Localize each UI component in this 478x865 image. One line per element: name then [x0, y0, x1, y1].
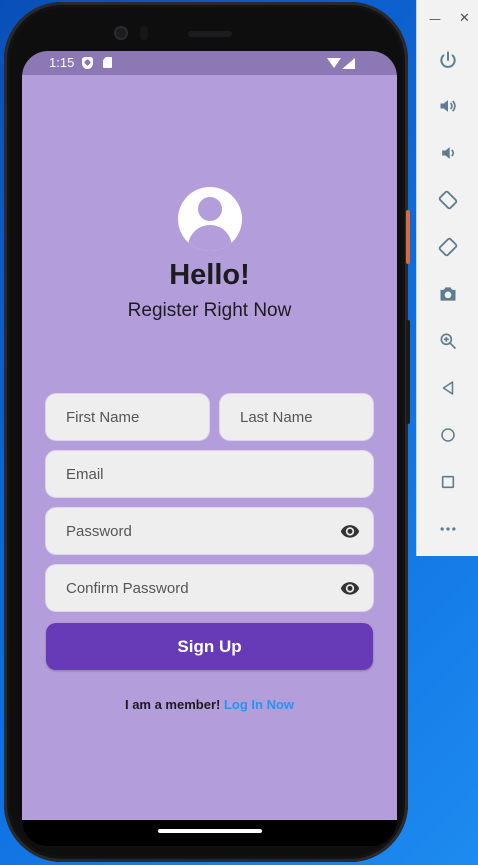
phone-frame: 1:15 Hello! Register Right Now First Nam…	[4, 2, 408, 862]
last-name-placeholder: Last Name	[240, 408, 313, 426]
power-button	[406, 320, 410, 424]
rotate-right-icon[interactable]	[417, 227, 478, 267]
avatar-icon	[178, 187, 242, 251]
eye-icon[interactable]	[339, 578, 361, 598]
member-text: I am a member!	[124, 697, 221, 712]
status-bar: 1:15	[22, 51, 397, 75]
more-icon[interactable]	[417, 509, 478, 549]
login-prompt: I am a member! Log In Now	[22, 697, 397, 712]
gesture-navigation-bar	[22, 820, 397, 846]
sign-up-button[interactable]: Sign Up	[46, 623, 373, 670]
minimize-icon[interactable]: —	[429, 12, 441, 26]
home-icon[interactable]	[417, 415, 478, 455]
zoom-icon[interactable]	[417, 321, 478, 361]
volume-down-icon[interactable]	[417, 133, 478, 173]
email-field[interactable]: Email	[46, 451, 373, 497]
play-protect-icon	[82, 57, 93, 69]
overview-icon[interactable]	[417, 462, 478, 502]
first-name-field[interactable]: First Name	[46, 394, 209, 440]
home-gesture-handle[interactable]	[158, 829, 262, 833]
back-icon[interactable]	[417, 368, 478, 408]
register-screen: Hello! Register Right Now First Name Las…	[22, 75, 397, 820]
confirm-password-placeholder: Confirm Password	[66, 579, 189, 597]
first-name-placeholder: First Name	[66, 408, 140, 426]
earpiece-speaker	[188, 31, 232, 37]
front-camera	[114, 26, 128, 40]
email-placeholder: Email	[66, 465, 104, 483]
volume-up-icon[interactable]	[417, 86, 478, 126]
phone-screen: 1:15 Hello! Register Right Now First Nam…	[22, 51, 397, 846]
signal-icon	[342, 58, 355, 69]
page-title: Hello!	[169, 259, 250, 291]
status-time: 1:15	[49, 55, 75, 70]
sign-up-label: Sign Up	[177, 636, 242, 656]
password-placeholder: Password	[66, 522, 132, 540]
sd-card-icon	[103, 57, 112, 68]
close-icon[interactable]: ✕	[459, 11, 470, 26]
emulator-control-panel: — ✕	[416, 0, 478, 556]
page-subtitle: Register Right Now	[127, 300, 292, 321]
camera-icon[interactable]	[417, 274, 478, 314]
eye-icon[interactable]	[339, 521, 361, 541]
last-name-field[interactable]: Last Name	[220, 394, 373, 440]
power-icon[interactable]	[417, 40, 478, 80]
login-link[interactable]: Log In Now	[224, 697, 294, 712]
volume-button	[406, 210, 410, 264]
password-field[interactable]: Password	[46, 508, 373, 554]
confirm-password-field[interactable]: Confirm Password	[46, 565, 373, 611]
proximity-sensor	[140, 26, 148, 40]
wifi-icon	[327, 58, 341, 68]
rotate-left-icon[interactable]	[417, 180, 478, 220]
